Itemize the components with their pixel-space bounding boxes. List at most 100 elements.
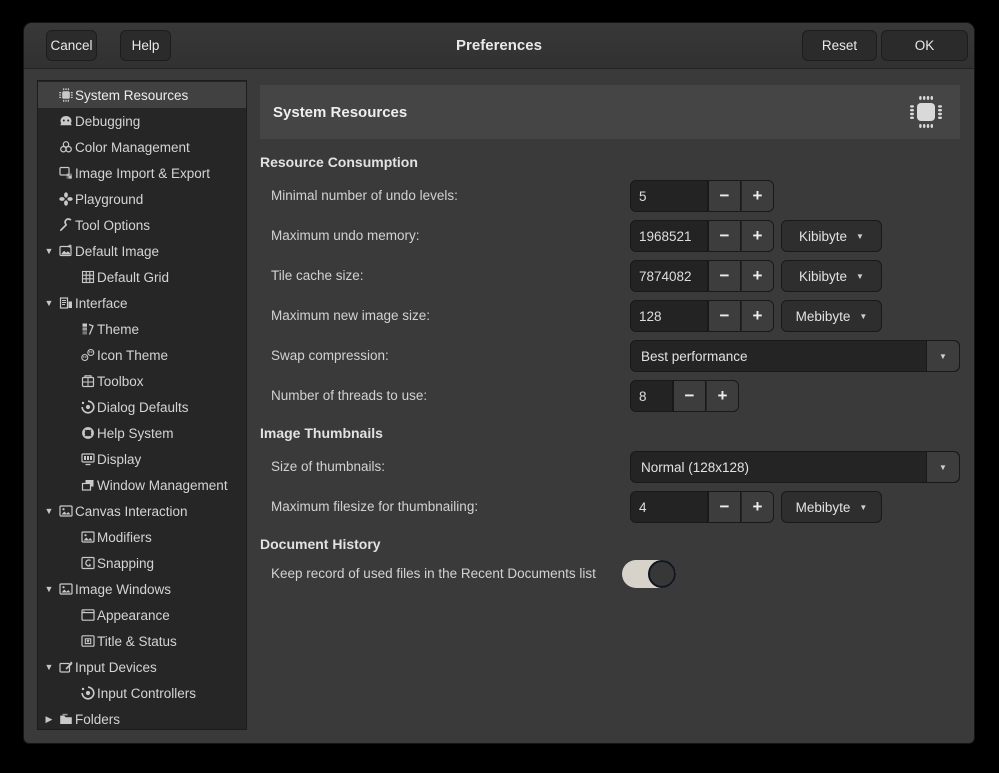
undo-memory-unit-dropdown[interactable]: Kibibyte ▼: [781, 220, 882, 252]
reset-button[interactable]: Reset: [802, 30, 877, 61]
canvas-interaction-icon: [58, 503, 75, 519]
chevron-down-icon: ▼: [856, 232, 864, 241]
sidebar-item-input-devices[interactable]: ▼Input Devices: [38, 654, 246, 680]
sidebar-item-folders[interactable]: ▶Folders: [38, 706, 246, 730]
sidebar-item-snapping[interactable]: Snapping: [38, 550, 246, 576]
max-new-image-spinbox: 128 − +: [630, 300, 774, 332]
unit-label: Mebibyte: [796, 500, 851, 515]
sidebar-item-dialog-defaults[interactable]: Dialog Defaults: [38, 394, 246, 420]
sidebar-item-help-system[interactable]: Help System: [38, 420, 246, 446]
sidebar-item-label: Modifiers: [97, 530, 152, 545]
interface-icon: [58, 295, 75, 311]
max-new-image-input[interactable]: 128: [630, 300, 708, 332]
display-icon: [80, 451, 97, 467]
sidebar-item-theme[interactable]: Theme: [38, 316, 246, 342]
chevron-down-icon: ▼: [939, 352, 947, 361]
thumb-filesize-decrement-button[interactable]: −: [708, 491, 741, 523]
default-image-icon: [58, 243, 75, 259]
sidebar-item-debugging[interactable]: Debugging: [38, 108, 246, 134]
swap-compression-combobox[interactable]: Best performance ▼: [630, 340, 960, 372]
keep-record-toggle[interactable]: [622, 560, 676, 588]
image-import-export-icon: [58, 165, 75, 181]
thumb-filesize-input[interactable]: 4: [630, 491, 708, 523]
thumb-filesize-increment-button[interactable]: +: [741, 491, 774, 523]
sidebar-item-label: Title & Status: [97, 634, 177, 649]
sidebar-item-label: Toolbox: [97, 374, 144, 389]
undo-memory-input[interactable]: 1968521: [630, 220, 708, 252]
thumb-size-combobox[interactable]: Normal (128x128) ▼: [630, 451, 960, 483]
section-document-history: Document History: [260, 536, 381, 552]
sidebar-item-system-resources[interactable]: System Resources: [38, 82, 246, 108]
threads-label: Number of threads to use:: [271, 380, 427, 412]
sidebar-item-canvas-interaction[interactable]: ▼Canvas Interaction: [38, 498, 246, 524]
sidebar-item-color-management[interactable]: Color Management: [38, 134, 246, 160]
sidebar-item-label: Debugging: [75, 114, 140, 129]
input-controllers-icon: [80, 685, 97, 701]
triangle-down-icon[interactable]: ▼: [40, 584, 58, 594]
combobox-value: Normal (128x128): [631, 460, 926, 475]
help-button[interactable]: Help: [120, 30, 171, 61]
sidebar-item-display[interactable]: Display: [38, 446, 246, 472]
icon-theme-icon: [80, 347, 97, 363]
tile-cache-increment-button[interactable]: +: [741, 260, 774, 292]
ok-button[interactable]: OK: [881, 30, 968, 61]
undo-levels-decrement-button[interactable]: −: [708, 180, 741, 212]
threads-decrement-button[interactable]: −: [673, 380, 706, 412]
undo-levels-input[interactable]: 5: [630, 180, 708, 212]
sidebar-item-playground[interactable]: Playground: [38, 186, 246, 212]
triangle-right-icon[interactable]: ▶: [40, 714, 58, 725]
triangle-down-icon[interactable]: ▼: [40, 298, 58, 308]
sidebar-item-default-image[interactable]: ▼ Default Image: [38, 238, 246, 264]
undo-memory-increment-button[interactable]: +: [741, 220, 774, 252]
tile-cache-unit-dropdown[interactable]: Kibibyte ▼: [781, 260, 882, 292]
swap-compression-label: Swap compression:: [271, 340, 389, 372]
sidebar-item-title-status[interactable]: Title & Status: [38, 628, 246, 654]
cancel-button[interactable]: Cancel: [46, 30, 97, 61]
sidebar-item-modifiers[interactable]: Modifiers: [38, 524, 246, 550]
sidebar-item-tool-options[interactable]: Tool Options: [38, 212, 246, 238]
triangle-down-icon[interactable]: ▼: [40, 506, 58, 516]
toolbox-icon: [80, 373, 97, 389]
thumb-filesize-unit-dropdown[interactable]: Mebibyte ▼: [781, 491, 882, 523]
tile-cache-input[interactable]: 7874082: [630, 260, 708, 292]
max-new-image-increment-button[interactable]: +: [741, 300, 774, 332]
tile-cache-decrement-button[interactable]: −: [708, 260, 741, 292]
thumb-size-label: Size of thumbnails:: [271, 451, 385, 483]
sidebar-item-label: Tool Options: [75, 218, 150, 233]
propeller-icon: [58, 191, 75, 207]
combobox-arrow-button[interactable]: ▼: [926, 452, 959, 482]
minus-icon: −: [720, 186, 730, 206]
minus-icon: −: [685, 386, 695, 406]
sidebar-item-icon-theme[interactable]: Icon Theme: [38, 342, 246, 368]
max-new-image-unit-dropdown[interactable]: Mebibyte ▼: [781, 300, 882, 332]
plus-icon: +: [718, 386, 728, 406]
sidebar-item-default-grid[interactable]: Default Grid: [38, 264, 246, 290]
sidebar-item-appearance[interactable]: Appearance: [38, 602, 246, 628]
sidebar-item-image-windows[interactable]: ▼Image Windows: [38, 576, 246, 602]
sidebar-item-label: Help System: [97, 426, 174, 441]
sidebar-item-input-controllers[interactable]: Input Controllers: [38, 680, 246, 706]
sidebar-item-window-management[interactable]: Window Management: [38, 472, 246, 498]
sidebar: System Resources Debugging Color Managemen…: [37, 80, 247, 730]
combobox-value: Best performance: [631, 349, 926, 364]
triangle-down-icon[interactable]: ▼: [40, 662, 58, 672]
threads-input[interactable]: 8: [630, 380, 673, 412]
sidebar-item-toolbox[interactable]: Toolbox: [38, 368, 246, 394]
unit-label: Kibibyte: [799, 229, 847, 244]
undo-memory-decrement-button[interactable]: −: [708, 220, 741, 252]
sidebar-item-label: Display: [97, 452, 141, 467]
max-new-image-decrement-button[interactable]: −: [708, 300, 741, 332]
sidebar-item-label: Default Grid: [97, 270, 169, 285]
threads-increment-button[interactable]: +: [706, 380, 739, 412]
combobox-arrow-button[interactable]: ▼: [926, 341, 959, 371]
triangle-down-icon[interactable]: ▼: [40, 246, 58, 256]
tool-options-icon: [58, 217, 75, 233]
sidebar-item-label: Default Image: [75, 244, 159, 259]
plus-icon: +: [753, 186, 763, 206]
sidebar-item-interface[interactable]: ▼Interface: [38, 290, 246, 316]
threads-spinbox: 8 − +: [630, 380, 739, 412]
sidebar-item-image-import-export[interactable]: Image Import & Export: [38, 160, 246, 186]
undo-levels-increment-button[interactable]: +: [741, 180, 774, 212]
max-new-image-label: Maximum new image size:: [271, 300, 430, 332]
section-image-thumbnails: Image Thumbnails: [260, 425, 383, 441]
